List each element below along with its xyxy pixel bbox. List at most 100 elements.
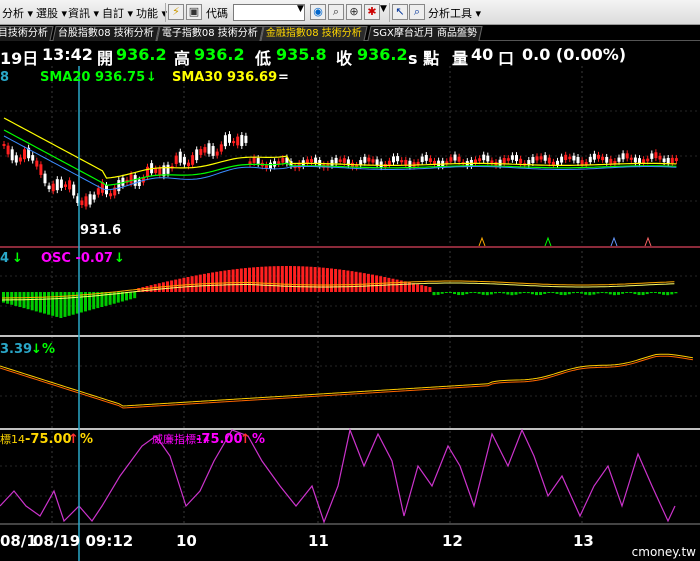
osc-bar (592, 292, 596, 295)
tab-taiex[interactable]: 台股指數08 技術分析 (52, 26, 160, 41)
osc-bar (448, 292, 452, 294)
osc-bar (457, 292, 461, 296)
lightning-icon[interactable]: ⚡ (168, 4, 184, 20)
alert-icon[interactable]: ✱ (364, 4, 380, 20)
osc-bar (256, 267, 260, 292)
candle-body (449, 157, 453, 162)
cursor-icon[interactable]: ↖ (392, 4, 408, 20)
signal-marker (478, 236, 486, 247)
candle-body (203, 147, 207, 153)
menu-functions[interactable]: 功能 ▾ (136, 5, 167, 21)
toolbar: 分析 ▾ 選股 ▾ 資訊 ▾ 自訂 ▾ 功能 ▾ ⚡ ▣ 代碼 ▼ ◉ ⌕ ⊕ … (0, 0, 700, 25)
tab-finance[interactable]: 金融指數08 技術分析 (260, 26, 368, 41)
candle-body (195, 149, 199, 161)
osc-bar (403, 281, 407, 292)
candle-body (281, 158, 285, 163)
candle-body (408, 160, 412, 167)
candle-body (252, 157, 256, 163)
alert-dropdown-icon[interactable]: ▼ (380, 4, 387, 14)
candle-body (502, 158, 506, 164)
candle-body (428, 158, 432, 162)
osc-bar (243, 268, 247, 292)
osc-bar (473, 292, 477, 293)
candle-body (310, 159, 313, 163)
candle-body (59, 179, 63, 188)
williams-panel (0, 427, 676, 524)
osc-bar (358, 272, 362, 292)
candle-body (367, 157, 371, 162)
candle-body (342, 158, 346, 163)
candle-body (43, 173, 47, 184)
tab-sgx[interactable]: SGX摩台近月 商品盤勢 (367, 26, 483, 41)
code-dropdown-icon[interactable]: ▼ (297, 4, 304, 14)
candle-body (256, 158, 260, 164)
candle-body (158, 168, 162, 176)
d-line (0, 355, 693, 409)
window-icon[interactable]: ▣ (186, 4, 202, 20)
menu-analysis-tools-label: 分析工具 (428, 7, 472, 20)
osc-legend: OSC -0.07 (41, 251, 113, 266)
candle-body (592, 153, 596, 160)
osc-bar (395, 279, 399, 292)
menu-analysis-label: 分析 (2, 7, 24, 20)
candle-body (539, 156, 543, 160)
candle-body (437, 160, 441, 167)
candle-body (236, 136, 240, 146)
osc-bar (284, 266, 288, 292)
osc-bar (350, 271, 354, 292)
candle-body (580, 160, 584, 165)
osc-bar (436, 292, 440, 295)
candle-body (154, 168, 158, 174)
candle-body (18, 157, 22, 162)
osc-bar (526, 292, 530, 294)
osc-bar (658, 292, 661, 294)
candle-body (633, 157, 637, 163)
menu-stock-pick[interactable]: 選股 ▾ (36, 5, 67, 21)
menu-analysis-tools[interactable]: 分析工具 ▾ (428, 5, 481, 21)
zoom-icon[interactable]: ⊕ (346, 4, 362, 20)
toolbar-divider (389, 3, 390, 22)
osc-bar (432, 292, 436, 296)
chart-area[interactable]: 8 SMA20 936.75 ↓ SMA30 936.69 = 4 ↓ OSC … (0, 66, 700, 561)
williams-legend-value: -75.00 (196, 432, 243, 447)
candle-body (560, 156, 564, 163)
stock-lookup-icon[interactable]: ◉ (310, 4, 326, 20)
osc-bar (391, 278, 395, 292)
candle-body (646, 158, 650, 162)
osc-bar (92, 292, 96, 310)
menu-info[interactable]: 資訊 ▾ (68, 5, 99, 21)
tab-technical[interactable]: 目技術分析 (0, 26, 54, 41)
candle-body (547, 157, 551, 164)
candle-body (535, 156, 539, 161)
osc-bar (645, 292, 649, 295)
menu-functions-label: 功能 (136, 7, 158, 20)
osc-bar (264, 266, 268, 292)
tab-electronics[interactable]: 電子指數08 技術分析 (156, 26, 264, 41)
osc-bar (596, 292, 600, 294)
osc-bar (543, 292, 547, 294)
search-icon[interactable]: ⌕ (328, 4, 344, 20)
x-axis-tick-10: 10 (176, 532, 197, 550)
osc-bar (219, 271, 223, 292)
code-input[interactable] (233, 4, 305, 21)
osc-bar (30, 292, 34, 311)
osc-bar (485, 292, 489, 296)
candle-body (240, 135, 244, 146)
osc-bar (625, 292, 629, 293)
osc-bar (477, 292, 481, 294)
osc-bar (649, 292, 653, 294)
osc-bar (530, 292, 534, 295)
candle-body (269, 162, 272, 169)
kd-legend-prefix: 3.39 (0, 342, 32, 357)
menu-analysis[interactable]: 分析 ▾ (2, 5, 33, 21)
menu-custom[interactable]: 自訂 ▾ (102, 5, 133, 21)
tab-taiex-label: 台股指數08 技術分析 (57, 28, 154, 39)
candle-body (515, 155, 518, 162)
osc-bar (444, 292, 448, 293)
candle-body (39, 164, 43, 175)
osc-bar (502, 292, 506, 294)
zoom-window-icon[interactable]: ⌕ (409, 4, 425, 20)
osc-bar (342, 269, 346, 292)
osc-bar (428, 287, 432, 292)
candle-body (199, 149, 203, 155)
